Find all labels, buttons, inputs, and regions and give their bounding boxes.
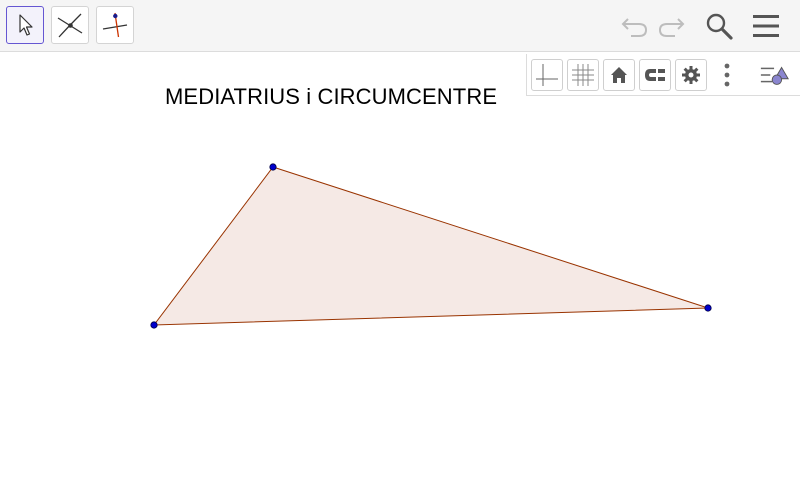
toggle-grid-button[interactable] bbox=[567, 59, 599, 91]
grid-icon bbox=[572, 64, 594, 86]
intersect-icon bbox=[57, 13, 83, 38]
tool-perpendicular-bisector-button[interactable] bbox=[96, 6, 134, 44]
graphics-style-bar bbox=[526, 54, 800, 96]
top-toolbar bbox=[0, 0, 800, 52]
tool-move-button[interactable] bbox=[6, 6, 44, 44]
tool-intersect-button[interactable] bbox=[51, 6, 89, 44]
perpendicular-bisector-icon bbox=[102, 12, 128, 38]
undo-icon bbox=[621, 18, 648, 37]
search-button[interactable] bbox=[703, 10, 735, 42]
settings-gear-icon bbox=[682, 66, 700, 84]
point-capturing-icon bbox=[645, 69, 665, 81]
standard-view-button[interactable] bbox=[603, 59, 635, 91]
home-icon bbox=[611, 67, 627, 83]
move-arrow-icon bbox=[19, 14, 33, 36]
undo-button[interactable] bbox=[619, 10, 651, 42]
more-vertical-icon bbox=[724, 63, 730, 87]
redo-icon bbox=[658, 18, 685, 37]
menu-icon bbox=[753, 15, 779, 37]
more-options-button[interactable] bbox=[711, 59, 743, 91]
axes-icon bbox=[536, 64, 558, 86]
search-icon bbox=[706, 13, 733, 40]
triangle-polygon[interactable] bbox=[152, 166, 709, 326]
vertex-point-b[interactable] bbox=[704, 304, 712, 312]
algebra-toggle-icon bbox=[760, 66, 789, 85]
toggle-algebra-view-button[interactable] bbox=[759, 59, 791, 91]
toggle-axes-button[interactable] bbox=[531, 59, 563, 91]
point-capturing-button[interactable] bbox=[639, 59, 671, 91]
vertex-point-a[interactable] bbox=[269, 163, 277, 171]
redo-button[interactable] bbox=[655, 10, 687, 42]
vertex-point-c[interactable] bbox=[150, 321, 158, 329]
main-menu-button[interactable] bbox=[750, 10, 782, 42]
canvas-title: MEDIATRIUS i CIRCUMCENTRE bbox=[165, 84, 498, 109]
graphics-settings-button[interactable] bbox=[675, 59, 707, 91]
